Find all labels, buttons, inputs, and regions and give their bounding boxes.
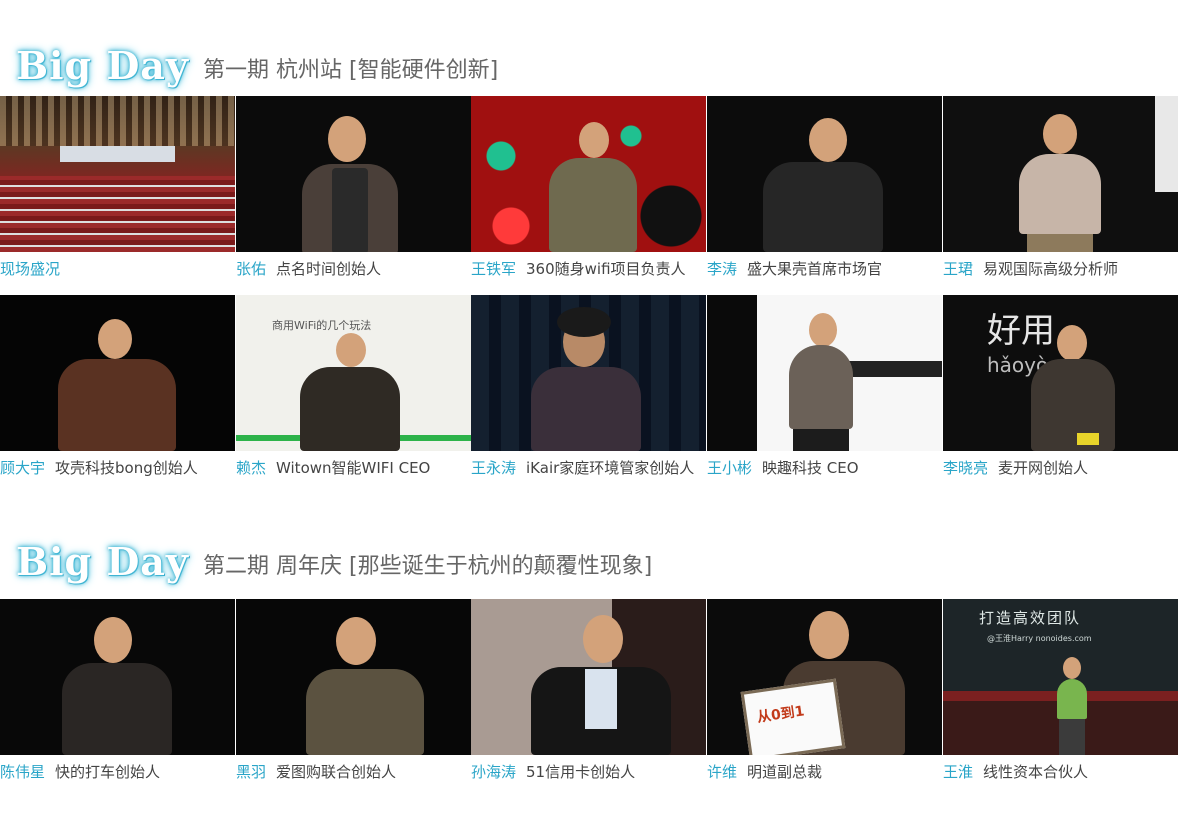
- slide-text: 打造高效团队: [979, 609, 1082, 627]
- speaker-photo[interactable]: [707, 295, 942, 451]
- speaker-caption: 王珺 易观国际高级分析师: [943, 258, 1180, 279]
- speaker-name[interactable]: 王永涛: [471, 459, 516, 477]
- speaker-name[interactable]: 顾大宇: [0, 459, 45, 477]
- speaker-card[interactable]: 王小彬 映趣科技 CEO: [707, 295, 942, 490]
- speaker-caption: 孙海涛 51信用卡创始人: [471, 761, 711, 782]
- speaker-caption: 现场盛况: [0, 258, 240, 279]
- speaker-role: 盛大果壳首席市场官: [747, 260, 883, 278]
- speaker-card[interactable]: 李涛 盛大果壳首席市场官: [707, 96, 942, 291]
- speaker-caption: 李晓亮 麦开网创始人: [943, 457, 1180, 478]
- speaker-role: 爱图购联合创始人: [276, 763, 397, 781]
- section-2-header: Big Day 第二期 周年庆 [那些诞生于杭州的颠覆性现象]: [0, 534, 652, 584]
- slide-text: 商用WiFi的几个玩法: [272, 319, 372, 332]
- speaker-photo[interactable]: [471, 599, 706, 755]
- speaker-photo[interactable]: 商用WiFi的几个玩法: [236, 295, 471, 451]
- speaker-photo[interactable]: [0, 599, 235, 755]
- speaker-card[interactable]: 陈伟星 快的打车创始人: [0, 599, 235, 794]
- speaker-name[interactable]: 王淮: [943, 763, 973, 781]
- speaker-role: Witown智能WIFI CEO: [276, 459, 431, 477]
- big-day-logo: Big Day: [16, 539, 190, 584]
- speaker-role: 51信用卡创始人: [526, 763, 636, 781]
- speaker-card[interactable]: 黑羽 爱图购联合创始人: [236, 599, 471, 794]
- speaker-role: 明道副总裁: [747, 763, 823, 781]
- speaker-card[interactable]: 孙海涛 51信用卡创始人: [471, 599, 706, 794]
- speaker-role: 360随身wifi项目负责人: [526, 260, 686, 278]
- speaker-name[interactable]: 赖杰: [236, 459, 266, 477]
- section-2-row-1: 陈伟星 快的打车创始人 黑羽 爱图购联合创始人 孙海涛 51信用卡创始人 从0到1 许…: [0, 599, 1180, 794]
- speaker-caption: 王永涛 iKair家庭环境管家创始人: [471, 457, 711, 478]
- speaker-role: iKair家庭环境管家创始人: [526, 459, 695, 477]
- speaker-role: 易观国际高级分析师: [983, 260, 1119, 278]
- speaker-caption: 王淮 线性资本合伙人: [943, 761, 1180, 782]
- speaker-photo[interactable]: 从0到1: [707, 599, 942, 755]
- speaker-photo[interactable]: [471, 295, 706, 451]
- speaker-role: 映趣科技 CEO: [762, 459, 859, 477]
- speaker-card[interactable]: 王永涛 iKair家庭环境管家创始人: [471, 295, 706, 490]
- speaker-role: 快的打车创始人: [55, 763, 161, 781]
- speaker-name[interactable]: 王珺: [943, 260, 973, 278]
- speaker-caption: 李涛 盛大果壳首席市场官: [707, 258, 947, 279]
- speaker-name[interactable]: 许维: [707, 763, 737, 781]
- section-2-subtitle: 第二期 周年庆 [那些诞生于杭州的颠覆性现象]: [203, 554, 653, 579]
- speaker-caption: 陈伟星 快的打车创始人: [0, 761, 240, 782]
- speaker-caption: 王铁军 360随身wifi项目负责人: [471, 258, 711, 279]
- speaker-photo[interactable]: [0, 295, 235, 451]
- venue-photo[interactable]: [0, 96, 235, 252]
- speaker-role: 线性资本合伙人: [983, 763, 1089, 781]
- speaker-photo[interactable]: 打造高效团队 @王淮Harry nonoides.com: [943, 599, 1178, 755]
- section-1-row-2: 顾大宇 攻壳科技bong创始人 商用WiFi的几个玩法 赖杰 Witown智能WIF…: [0, 295, 1180, 490]
- speaker-name[interactable]: 现场盛况: [0, 260, 60, 278]
- speaker-role: 点名时间创始人: [276, 260, 382, 278]
- speaker-card[interactable]: 好用 hǎoyò 李晓亮 麦开网创始人: [943, 295, 1178, 490]
- speaker-card[interactable]: 顾大宇 攻壳科技bong创始人: [0, 295, 235, 490]
- speaker-photo[interactable]: [236, 96, 471, 252]
- speaker-photo[interactable]: [236, 599, 471, 755]
- speaker-card[interactable]: 商用WiFi的几个玩法 赖杰 Witown智能WIFI CEO: [236, 295, 471, 490]
- speaker-card[interactable]: 张佑 点名时间创始人: [236, 96, 471, 291]
- speaker-photo[interactable]: 好用 hǎoyò: [943, 295, 1178, 451]
- speaker-photo[interactable]: [707, 96, 942, 252]
- speaker-name[interactable]: 孙海涛: [471, 763, 516, 781]
- speaker-card[interactable]: 打造高效团队 @王淮Harry nonoides.com 王淮 线性资本合伙人: [943, 599, 1178, 794]
- speaker-photo[interactable]: [943, 96, 1178, 252]
- speaker-caption: 许维 明道副总裁: [707, 761, 947, 782]
- speaker-name[interactable]: 张佑: [236, 260, 266, 278]
- section-1-row-1: 现场盛况 张佑 点名时间创始人 王铁军 360随身wifi项目负责人 李涛 盛大果壳首…: [0, 96, 1180, 291]
- speaker-caption: 王小彬 映趣科技 CEO: [707, 457, 947, 478]
- speaker-caption: 顾大宇 攻壳科技bong创始人: [0, 457, 240, 478]
- speaker-photo[interactable]: [471, 96, 706, 252]
- speaker-role: 麦开网创始人: [998, 459, 1089, 477]
- speaker-name[interactable]: 王铁军: [471, 260, 516, 278]
- speaker-caption: 赖杰 Witown智能WIFI CEO: [236, 457, 476, 478]
- speaker-name[interactable]: 李涛: [707, 260, 737, 278]
- speaker-card[interactable]: 王铁军 360随身wifi项目负责人: [471, 96, 706, 291]
- speaker-name[interactable]: 黑羽: [236, 763, 266, 781]
- section-1-subtitle: 第一期 杭州站 [智能硬件创新]: [203, 58, 499, 83]
- speaker-name[interactable]: 王小彬: [707, 459, 752, 477]
- book-title: 从0到1: [756, 703, 806, 726]
- speaker-card[interactable]: 从0到1 许维 明道副总裁: [707, 599, 942, 794]
- speaker-role: 攻壳科技bong创始人: [55, 459, 198, 477]
- speaker-card[interactable]: 现场盛况: [0, 96, 235, 291]
- slide-text: 好用: [987, 311, 1055, 351]
- speaker-caption: 黑羽 爱图购联合创始人: [236, 761, 476, 782]
- speaker-name[interactable]: 陈伟星: [0, 763, 45, 781]
- speaker-card[interactable]: 王珺 易观国际高级分析师: [943, 96, 1178, 291]
- speaker-caption: 张佑 点名时间创始人: [236, 258, 476, 279]
- big-day-logo: Big Day: [16, 43, 190, 88]
- speaker-name[interactable]: 李晓亮: [943, 459, 988, 477]
- slide-text: @王淮Harry nonoides.com: [987, 634, 1092, 643]
- section-1-header: Big Day 第一期 杭州站 [智能硬件创新]: [0, 38, 498, 88]
